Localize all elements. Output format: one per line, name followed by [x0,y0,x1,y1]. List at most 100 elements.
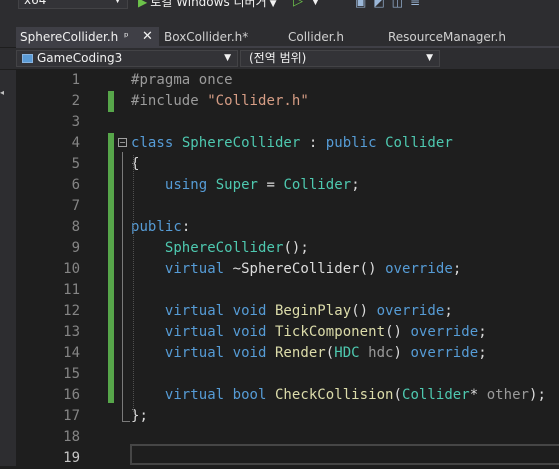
code-token: TickComponent [274,324,386,340]
code-token: ~SphereCollider() [224,261,386,277]
code-text: virtual void BeginPlay() override; [131,301,453,322]
tab-resource-manager-h[interactable]: ResourceManager.h [384,27,534,47]
scope-dropdown[interactable]: (전역 범위) ▼ [240,50,440,67]
code-token: ; [351,177,360,193]
run-label: 로컬 Windows 디버거 [150,0,267,9]
line-number: 1 [71,72,80,88]
code-text: virtual ~SphereCollider() override; [131,259,461,280]
code-line[interactable]: 12 virtual void BeginPlay() override; [36,301,559,322]
code-line[interactable]: 13 virtual void TickComponent() override… [36,322,559,343]
code-token: virtual [164,345,225,361]
code-line[interactable]: 10 virtual ~SphereCollider() override; [36,259,559,280]
code-token: ( [393,387,402,403]
code-token: #include [131,93,208,109]
collapse-arrow-icon[interactable]: ◂ [0,88,6,98]
line-number: 18 [63,429,80,445]
save-all-icon[interactable]: ▣ [355,0,373,9]
toolbar-more-icon[interactable]: ≡ [410,0,427,9]
code-line[interactable]: 11 [36,280,559,301]
code-line[interactable]: 2 #include "Collider.h" [36,91,559,112]
project-value: GameCoding3 [37,51,123,65]
play-icon: ▶ [138,0,148,9]
line-number: 15 [63,366,80,382]
code-token: virtual [164,387,225,403]
code-line[interactable]: 9 SphereCollider(); [36,238,559,259]
code-token: ; [478,345,487,361]
toolbar-icon-group: ▣◩◫≡ [355,0,427,10]
tab-label: ResourceManager.h [388,30,506,44]
platform-dropdown[interactable]: x64 ▼ [18,0,128,9]
line-number: 14 [63,345,80,361]
code-line[interactable]: 3 [36,112,559,133]
line-number: 10 [63,261,80,277]
indent-guide [133,155,134,412]
code-token: Collider [283,177,352,193]
tab-sphere-collider-h[interactable]: SphereCollider.h ᵖ ✕ [16,27,159,47]
main-toolbar: x64 ▼ ▶ 로컬 Windows 디버거 ▼ ▷ ▼ ▣◩◫≡ [0,0,559,25]
pin-icon[interactable]: ᵖ [124,27,129,47]
code-token: Super [215,177,259,193]
tab-label: SphereCollider.h [20,30,119,44]
code-token: override [410,345,479,361]
line-number: 7 [71,198,80,214]
code-line[interactable]: 4 class SphereCollider : public Collider [36,133,559,154]
debug-icon[interactable]: ◩ [373,0,391,9]
project-dropdown[interactable]: GameCoding3 ▼ [16,50,238,67]
code-line[interactable]: 16 virtual bool CheckCollision(Collider*… [36,385,559,406]
code-text: public: [131,217,190,238]
platform-value: x64 [24,0,47,7]
code-token: public [131,219,182,235]
line-number: 17 [63,408,80,424]
current-line-highlight [130,444,559,465]
bookmark-icon[interactable]: ◫ [392,0,410,9]
code-line[interactable]: 14 virtual void Render(HDC hdc) override… [36,343,559,364]
code-text: SphereCollider(); [131,238,309,259]
code-token: public [325,135,377,151]
line-number: 6 [71,177,80,193]
chevron-down-icon[interactable]: ▼ [312,0,319,10]
change-indicator [108,133,114,403]
code-line[interactable]: 6 using Super = Collider; [36,175,559,196]
close-icon[interactable]: ✕ [142,27,153,47]
line-number: 3 [71,114,80,130]
code-line[interactable]: 15 [36,364,559,385]
tab-box-collider-h[interactable]: BoxCollider.h* [160,27,280,47]
chevron-down-icon: ▼ [269,0,277,9]
code-token: ; [452,261,462,277]
code-token: HDC [334,345,360,361]
code-text: virtual bool CheckCollision(Collider* ot… [131,385,546,406]
line-number: 8 [71,219,80,235]
code-line[interactable]: 5{ [36,154,559,175]
code-token: ) [393,345,411,361]
code-line[interactable]: 1 #pragma once [36,70,559,91]
code-text: virtual void TickComponent() override; [131,322,487,343]
code-token: : [181,219,191,235]
code-token: Collider [385,135,453,151]
tab-collider-h[interactable]: Collider.h [284,27,379,47]
code-token: other [486,387,530,403]
start-without-debugging-button[interactable]: ▷ [293,0,303,10]
code-line[interactable]: 17}; [36,406,559,427]
code-line[interactable]: 8 public: [36,217,559,238]
line-number: 11 [63,282,80,298]
fold-region-line [122,152,124,422]
collapse-icon[interactable]: − [118,138,127,147]
line-number: 12 [63,303,80,319]
start-debugging-button[interactable]: ▶ 로컬 Windows 디버거 ▼ [138,0,277,10]
line-number: 4 [71,135,80,151]
code-editor[interactable]: 1 #pragma once 2 #include "Collider.h" 3 4 cla… [36,70,559,466]
code-text: using Super = Collider; [131,175,360,196]
code-line[interactable]: 7 [36,196,559,217]
code-token: hdc [368,345,394,361]
